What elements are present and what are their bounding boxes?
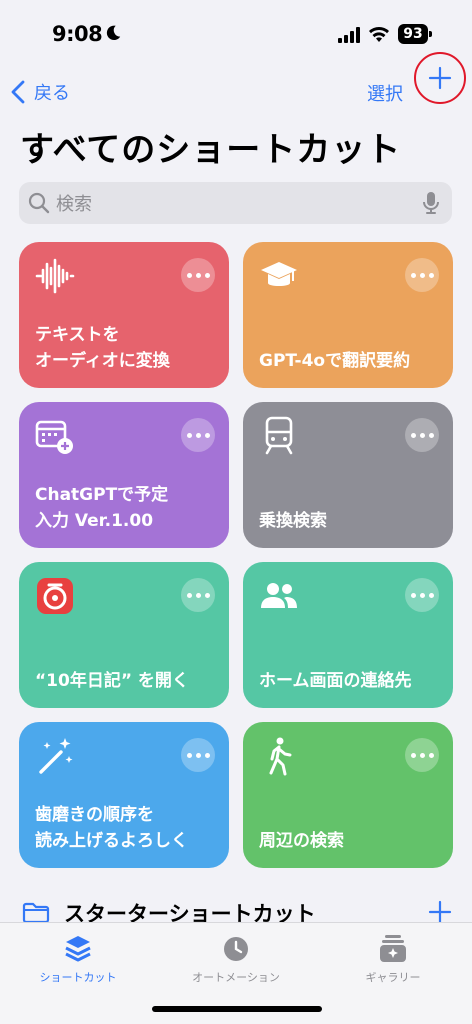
shortcut-title: 周辺の検索 (259, 831, 344, 851)
more-button[interactable] (405, 738, 439, 772)
more-button[interactable] (181, 738, 215, 772)
shortcut-title: 乗換検索 (259, 511, 327, 531)
clock-icon (224, 937, 248, 961)
cellular-signal-icon (338, 27, 360, 43)
shortcut-title: ホーム画面の連絡先 (259, 671, 412, 691)
train-icon (265, 416, 293, 455)
status-bar: 9:08 93 (0, 0, 472, 62)
people-icon (261, 583, 297, 608)
tab-gallery[interactable]: ギャラリー (333, 933, 453, 985)
layers-icon (65, 936, 91, 962)
shortcut-card-0[interactable]: テキストを オーディオに変換 (19, 242, 229, 388)
plus-icon[interactable] (428, 900, 452, 924)
waveform-icon (35, 258, 75, 294)
shortcut-card-6[interactable]: 歯磨きの順序を 読み上げるよろしく (19, 722, 229, 868)
more-button[interactable] (181, 418, 215, 452)
nav-bar: 戻る 選択 (0, 70, 472, 114)
shortcut-card-2[interactable]: ChatGPTで予定 入力 Ver.1.00 (19, 402, 229, 548)
shortcut-card-3[interactable]: 乗換検索 (243, 402, 453, 548)
back-button[interactable]: 戻る (10, 78, 70, 106)
tab-automation[interactable]: オートメーション (176, 933, 296, 985)
more-button[interactable] (405, 578, 439, 612)
shortcut-title: ChatGPTで予定 入力 Ver.1.00 (35, 485, 169, 531)
status-time: 9:08 (52, 22, 103, 46)
gallery-icon (380, 935, 406, 962)
folder-icon (22, 902, 50, 924)
back-label: 戻る (34, 83, 70, 104)
magic-wand-icon (39, 738, 73, 774)
tab-label: ギャラリー (365, 971, 421, 984)
more-button[interactable] (405, 258, 439, 292)
walking-icon (269, 737, 292, 776)
shortcut-grid: テキストを オーディオに変換 GPT-4oで翻訳要約 ChatGPTで予定 入力… (19, 242, 453, 868)
shortcut-card-7[interactable]: 周辺の検索 (243, 722, 453, 868)
wifi-icon (369, 27, 389, 42)
shortcut-card-5[interactable]: ホーム画面の連絡先 (243, 562, 453, 708)
plus-icon (428, 66, 452, 90)
shortcut-title: “10年日記” を開く (35, 671, 189, 691)
search-input[interactable]: 検索 (19, 182, 452, 224)
chevron-left-icon (11, 80, 25, 104)
tab-label: オートメーション (192, 971, 280, 984)
moon-icon (106, 25, 121, 41)
shortcut-card-4[interactable]: “10年日記” を開く (19, 562, 229, 708)
shortcut-card-1[interactable]: GPT-4oで翻訳要約 (243, 242, 453, 388)
graduation-cap-icon (261, 262, 297, 286)
diary-app-icon (37, 578, 73, 614)
microphone-icon[interactable] (422, 191, 440, 215)
page-title: すべてのショートカット (20, 130, 402, 170)
select-button[interactable]: 選択 (367, 80, 403, 106)
shortcut-title: 歯磨きの順序を 読み上げるよろしく (35, 805, 188, 851)
tab-label: ショートカット (39, 971, 117, 984)
shortcut-title: テキストを オーディオに変換 (35, 325, 170, 371)
battery-indicator: 93 (398, 24, 432, 44)
more-button[interactable] (181, 258, 215, 292)
more-button[interactable] (405, 418, 439, 452)
tab-shortcuts[interactable]: ショートカット (18, 933, 138, 985)
more-button[interactable] (181, 578, 215, 612)
search-placeholder: 検索 (56, 194, 92, 215)
calendar-add-icon (35, 420, 73, 454)
shortcut-title: GPT-4oで翻訳要約 (259, 351, 411, 371)
add-shortcut-button[interactable] (414, 52, 466, 104)
search-icon (28, 192, 50, 214)
home-indicator (152, 1006, 322, 1012)
